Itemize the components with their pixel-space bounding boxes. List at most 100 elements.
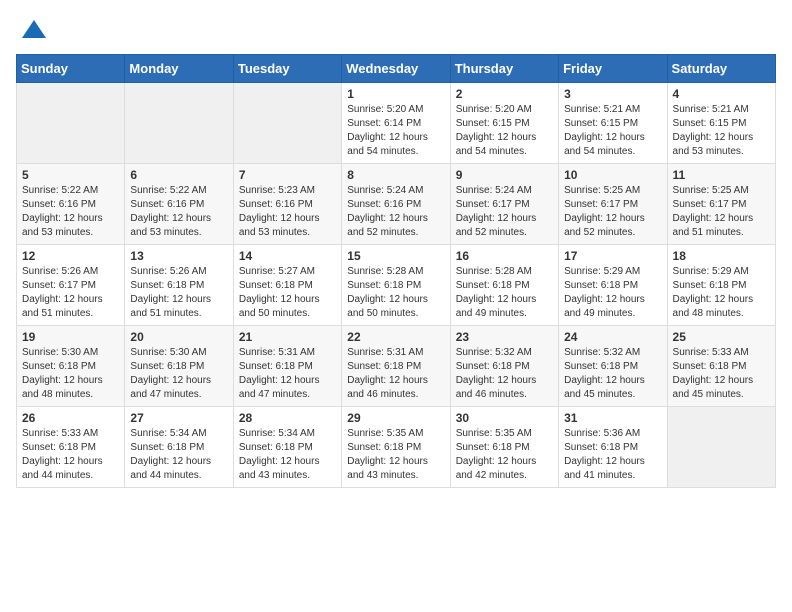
day-info: Sunrise: 5:26 AMSunset: 6:18 PMDaylight:… bbox=[130, 265, 227, 321]
day-number: 15 bbox=[347, 249, 444, 263]
calendar-day-cell bbox=[125, 83, 233, 164]
day-number: 12 bbox=[22, 249, 119, 263]
day-number: 20 bbox=[130, 330, 227, 344]
day-number: 1 bbox=[347, 87, 444, 101]
calendar-week-row: 26 Sunrise: 5:33 AMSunset: 6:18 PMDayligh… bbox=[17, 407, 776, 488]
day-number: 6 bbox=[130, 168, 227, 182]
day-number: 24 bbox=[564, 330, 661, 344]
day-number: 13 bbox=[130, 249, 227, 263]
day-info: Sunrise: 5:24 AMSunset: 6:17 PMDaylight:… bbox=[456, 184, 553, 240]
calendar-day-cell: 13 Sunrise: 5:26 AMSunset: 6:18 PMDayligh… bbox=[125, 245, 233, 326]
day-number: 21 bbox=[239, 330, 336, 344]
day-number: 16 bbox=[456, 249, 553, 263]
calendar-day-cell: 4 Sunrise: 5:21 AMSunset: 6:15 PMDaylight… bbox=[667, 83, 775, 164]
logo bbox=[16, 16, 48, 44]
day-number: 17 bbox=[564, 249, 661, 263]
day-number: 28 bbox=[239, 411, 336, 425]
calendar-day-cell: 26 Sunrise: 5:33 AMSunset: 6:18 PMDayligh… bbox=[17, 407, 125, 488]
calendar-week-row: 5 Sunrise: 5:22 AMSunset: 6:16 PMDaylight… bbox=[17, 164, 776, 245]
day-info: Sunrise: 5:35 AMSunset: 6:18 PMDaylight:… bbox=[456, 427, 553, 483]
weekday-header: Thursday bbox=[450, 55, 558, 83]
calendar-day-cell bbox=[17, 83, 125, 164]
day-info: Sunrise: 5:28 AMSunset: 6:18 PMDaylight:… bbox=[347, 265, 444, 321]
calendar-table: SundayMondayTuesdayWednesdayThursdayFrid… bbox=[16, 54, 776, 488]
day-info: Sunrise: 5:31 AMSunset: 6:18 PMDaylight:… bbox=[347, 346, 444, 402]
day-info: Sunrise: 5:33 AMSunset: 6:18 PMDaylight:… bbox=[22, 427, 119, 483]
calendar-day-cell: 3 Sunrise: 5:21 AMSunset: 6:15 PMDaylight… bbox=[559, 83, 667, 164]
calendar-week-row: 12 Sunrise: 5:26 AMSunset: 6:17 PMDayligh… bbox=[17, 245, 776, 326]
calendar-day-cell: 14Sunrise: 5:27 AMSunset: 6:18 PMDayligh… bbox=[233, 245, 341, 326]
calendar-day-cell: 1 Sunrise: 5:20 AMSunset: 6:14 PMDaylight… bbox=[342, 83, 450, 164]
day-info: Sunrise: 5:24 AMSunset: 6:16 PMDaylight:… bbox=[347, 184, 444, 240]
calendar-day-cell: 11 Sunrise: 5:25 AMSunset: 6:17 PMDayligh… bbox=[667, 164, 775, 245]
day-number: 23 bbox=[456, 330, 553, 344]
day-info: Sunrise: 5:21 AMSunset: 6:15 PMDaylight:… bbox=[673, 103, 770, 159]
calendar-day-cell: 31Sunrise: 5:36 AMSunset: 6:18 PMDayligh… bbox=[559, 407, 667, 488]
day-info: Sunrise: 5:28 AMSunset: 6:18 PMDaylight:… bbox=[456, 265, 553, 321]
day-info: Sunrise: 5:25 AMSunset: 6:17 PMDaylight:… bbox=[673, 184, 770, 240]
calendar-day-cell: 24 Sunrise: 5:32 AMSunset: 6:18 PMDayligh… bbox=[559, 326, 667, 407]
calendar-day-cell: 2 Sunrise: 5:20 AMSunset: 6:15 PMDaylight… bbox=[450, 83, 558, 164]
day-number: 19 bbox=[22, 330, 119, 344]
calendar-day-cell: 21 Sunrise: 5:31 AMSunset: 6:18 PMDayligh… bbox=[233, 326, 341, 407]
weekday-header: Sunday bbox=[17, 55, 125, 83]
calendar-day-cell: 22Sunrise: 5:31 AMSunset: 6:18 PMDayligh… bbox=[342, 326, 450, 407]
day-info: Sunrise: 5:29 AMSunset: 6:18 PMDaylight:… bbox=[564, 265, 661, 321]
weekday-header: Saturday bbox=[667, 55, 775, 83]
day-info: Sunrise: 5:34 AMSunset: 6:18 PMDaylight:… bbox=[239, 427, 336, 483]
day-info: Sunrise: 5:31 AMSunset: 6:18 PMDaylight:… bbox=[239, 346, 336, 402]
weekday-header: Wednesday bbox=[342, 55, 450, 83]
calendar-day-cell: 27Sunrise: 5:34 AMSunset: 6:18 PMDayligh… bbox=[125, 407, 233, 488]
calendar-day-cell: 7 Sunrise: 5:23 AMSunset: 6:16 PMDaylight… bbox=[233, 164, 341, 245]
weekday-header: Friday bbox=[559, 55, 667, 83]
day-number: 11 bbox=[673, 168, 770, 182]
calendar-day-cell: 12 Sunrise: 5:26 AMSunset: 6:17 PMDayligh… bbox=[17, 245, 125, 326]
day-number: 8 bbox=[347, 168, 444, 182]
calendar-day-cell: 6 Sunrise: 5:22 AMSunset: 6:16 PMDaylight… bbox=[125, 164, 233, 245]
day-info: Sunrise: 5:27 AMSunset: 6:18 PMDaylight:… bbox=[239, 265, 336, 321]
calendar-day-cell: 17 Sunrise: 5:29 AMSunset: 6:18 PMDayligh… bbox=[559, 245, 667, 326]
calendar-day-cell: 9Sunrise: 5:24 AMSunset: 6:17 PMDaylight… bbox=[450, 164, 558, 245]
day-number: 3 bbox=[564, 87, 661, 101]
calendar-day-cell: 30 Sunrise: 5:35 AMSunset: 6:18 PMDayligh… bbox=[450, 407, 558, 488]
weekday-header: Monday bbox=[125, 55, 233, 83]
day-number: 18 bbox=[673, 249, 770, 263]
weekday-header: Tuesday bbox=[233, 55, 341, 83]
calendar-day-cell: 16 Sunrise: 5:28 AMSunset: 6:18 PMDayligh… bbox=[450, 245, 558, 326]
day-info: Sunrise: 5:20 AMSunset: 6:14 PMDaylight:… bbox=[347, 103, 444, 159]
page-header bbox=[16, 16, 776, 44]
day-info: Sunrise: 5:23 AMSunset: 6:16 PMDaylight:… bbox=[239, 184, 336, 240]
day-info: Sunrise: 5:35 AMSunset: 6:18 PMDaylight:… bbox=[347, 427, 444, 483]
calendar-week-row: 19 Sunrise: 5:30 AMSunset: 6:18 PMDayligh… bbox=[17, 326, 776, 407]
calendar-day-cell bbox=[667, 407, 775, 488]
day-number: 10 bbox=[564, 168, 661, 182]
day-info: Sunrise: 5:32 AMSunset: 6:18 PMDaylight:… bbox=[564, 346, 661, 402]
day-info: Sunrise: 5:21 AMSunset: 6:15 PMDaylight:… bbox=[564, 103, 661, 159]
calendar-day-cell: 20 Sunrise: 5:30 AMSunset: 6:18 PMDayligh… bbox=[125, 326, 233, 407]
day-info: Sunrise: 5:22 AMSunset: 6:16 PMDaylight:… bbox=[22, 184, 119, 240]
day-info: Sunrise: 5:30 AMSunset: 6:18 PMDaylight:… bbox=[22, 346, 119, 402]
day-info: Sunrise: 5:20 AMSunset: 6:15 PMDaylight:… bbox=[456, 103, 553, 159]
day-info: Sunrise: 5:22 AMSunset: 6:16 PMDaylight:… bbox=[130, 184, 227, 240]
day-info: Sunrise: 5:33 AMSunset: 6:18 PMDaylight:… bbox=[673, 346, 770, 402]
day-info: Sunrise: 5:29 AMSunset: 6:18 PMDaylight:… bbox=[673, 265, 770, 321]
day-info: Sunrise: 5:30 AMSunset: 6:18 PMDaylight:… bbox=[130, 346, 227, 402]
calendar-day-cell: 10Sunrise: 5:25 AMSunset: 6:17 PMDayligh… bbox=[559, 164, 667, 245]
day-number: 4 bbox=[673, 87, 770, 101]
calendar-day-cell: 8 Sunrise: 5:24 AMSunset: 6:16 PMDaylight… bbox=[342, 164, 450, 245]
calendar-day-cell bbox=[233, 83, 341, 164]
day-number: 2 bbox=[456, 87, 553, 101]
day-number: 7 bbox=[239, 168, 336, 182]
day-number: 27 bbox=[130, 411, 227, 425]
day-number: 29 bbox=[347, 411, 444, 425]
calendar-day-cell: 19 Sunrise: 5:30 AMSunset: 6:18 PMDayligh… bbox=[17, 326, 125, 407]
calendar-day-cell: 5 Sunrise: 5:22 AMSunset: 6:16 PMDaylight… bbox=[17, 164, 125, 245]
day-number: 26 bbox=[22, 411, 119, 425]
calendar-header-row: SundayMondayTuesdayWednesdayThursdayFrid… bbox=[17, 55, 776, 83]
day-info: Sunrise: 5:26 AMSunset: 6:17 PMDaylight:… bbox=[22, 265, 119, 321]
day-number: 30 bbox=[456, 411, 553, 425]
calendar-day-cell: 29 Sunrise: 5:35 AMSunset: 6:18 PMDayligh… bbox=[342, 407, 450, 488]
day-info: Sunrise: 5:36 AMSunset: 6:18 PMDaylight:… bbox=[564, 427, 661, 483]
calendar-day-cell: 23Sunrise: 5:32 AMSunset: 6:18 PMDayligh… bbox=[450, 326, 558, 407]
day-number: 5 bbox=[22, 168, 119, 182]
